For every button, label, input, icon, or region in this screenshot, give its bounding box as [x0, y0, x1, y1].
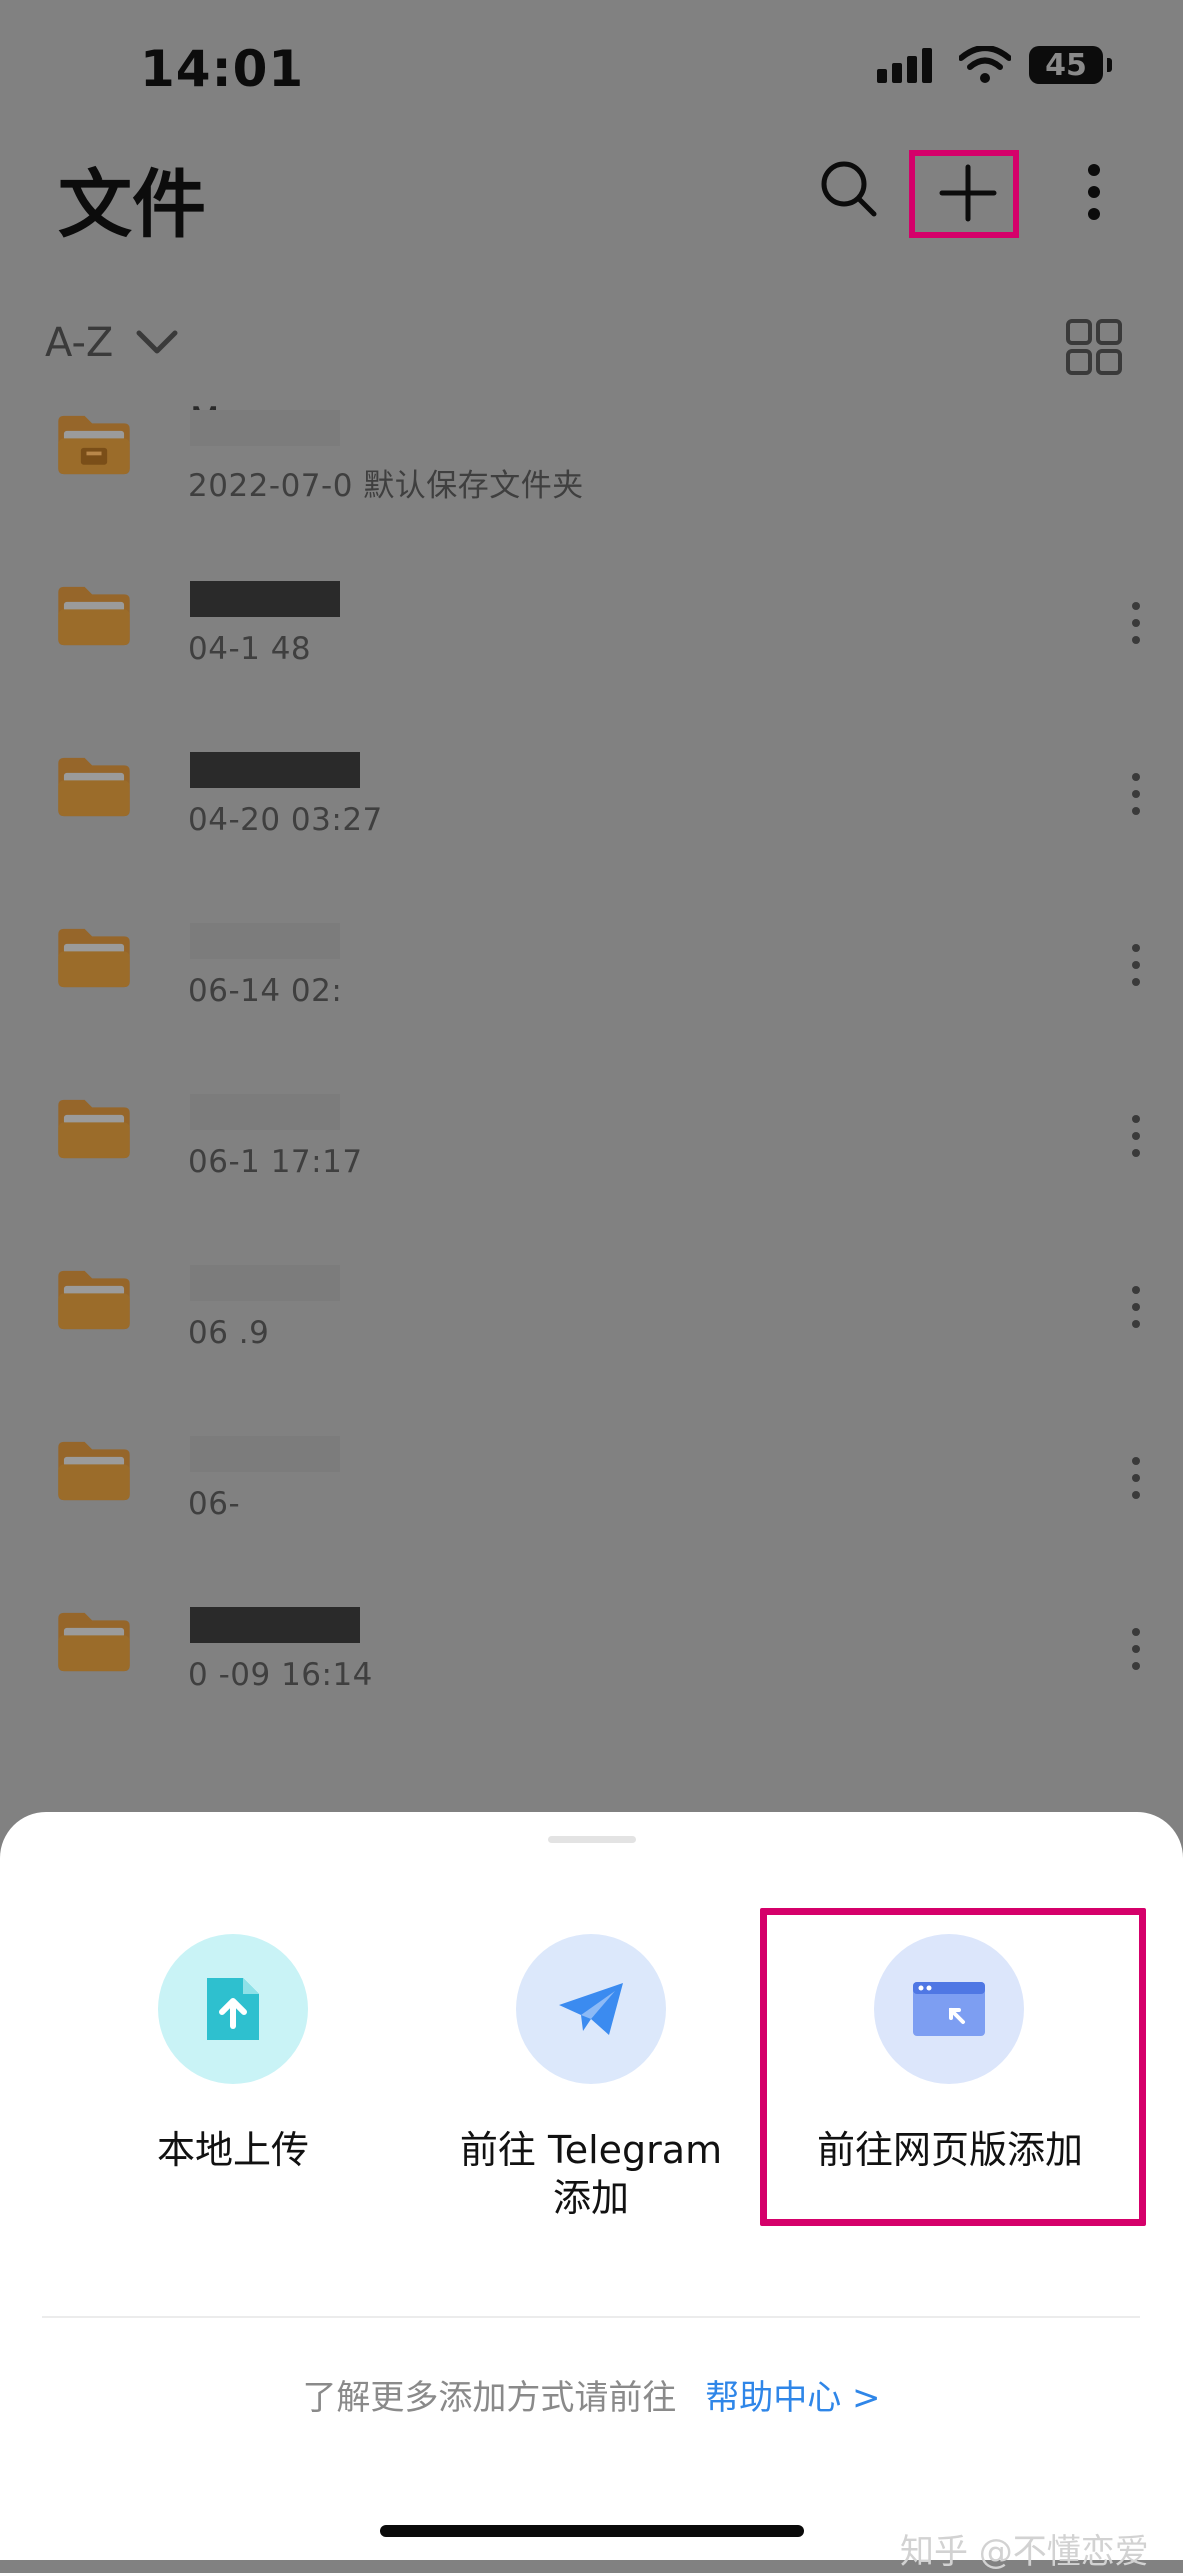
more-vert-icon[interactable]	[1086, 162, 1102, 222]
file-meta: 04-20 03:27	[188, 802, 383, 838]
page-title: 文件	[58, 162, 206, 248]
sort-label: A-Z	[45, 320, 114, 366]
redacted-block	[190, 1607, 360, 1643]
redacted-block	[190, 1094, 340, 1130]
file-meta: 06-1 17:17	[188, 1144, 363, 1180]
grid-view-icon[interactable]	[1065, 318, 1123, 376]
folder-icon	[58, 1441, 130, 1501]
folder-icon	[58, 586, 130, 646]
file-row[interactable]: 04-20 03:27	[0, 712, 1183, 882]
file-row[interactable]: 06 .9	[0, 1225, 1183, 1395]
wifi-icon	[959, 46, 1011, 83]
sheet-divider	[42, 2316, 1140, 2318]
battery-level: 45	[1045, 47, 1087, 83]
redacted-block	[190, 581, 340, 617]
telegram-icon-circle	[516, 1934, 666, 2084]
telegram-plane-icon	[559, 1983, 623, 2035]
file-row[interactable]: 06-14 02:	[0, 883, 1183, 1053]
redacted-block	[190, 752, 360, 788]
file-row[interactable]: 06-	[0, 1396, 1183, 1566]
redacted-block	[190, 1436, 340, 1472]
file-meta: 06-14 02:	[188, 973, 343, 1009]
file-meta: 06-	[188, 1486, 241, 1522]
more-options-icon[interactable]	[1131, 772, 1141, 816]
status-time: 14:01	[140, 40, 305, 98]
sheet-handle[interactable]	[548, 1836, 636, 1843]
status-icons: 45	[877, 46, 1112, 84]
file-row[interactable]: 0 -09 16:14	[0, 1567, 1183, 1737]
help-center-link[interactable]: 帮助中心 >	[705, 2378, 880, 2418]
file-meta: 2022-07-0 默认保存文件夹	[188, 468, 584, 504]
add-button-highlight	[909, 150, 1019, 238]
option-local-upload-label: 本地上传	[156, 2128, 309, 2172]
file-row[interactable]: M2022-07-0 默认保存文件夹	[0, 370, 1183, 540]
folder-icon	[58, 757, 130, 817]
more-options-icon[interactable]	[1131, 601, 1141, 645]
option-local-upload[interactable]	[158, 1934, 308, 2084]
signal-icon	[877, 48, 932, 83]
redacted-block	[190, 923, 340, 959]
folder-icon	[58, 1270, 130, 1330]
home-indicator	[380, 2525, 804, 2537]
help-line: 了解更多添加方式请前往 帮助中心 >	[0, 2370, 1183, 2419]
upload-file-icon	[207, 1978, 259, 2040]
upload-icon-circle	[158, 1934, 308, 2084]
folder-icon	[58, 1099, 130, 1159]
file-row[interactable]: 04-1 48	[0, 541, 1183, 711]
chevron-down-icon	[136, 330, 178, 354]
more-options-icon[interactable]	[1131, 1285, 1141, 1329]
search-icon[interactable]	[818, 158, 880, 220]
option-telegram-label: 前往 Telegram 添加	[459, 2128, 723, 2220]
file-row[interactable]: 06-1 17:17	[0, 1054, 1183, 1224]
file-meta: 06 .9	[188, 1315, 270, 1351]
more-options-icon[interactable]	[1131, 943, 1141, 987]
file-meta: 0 -09 16:14	[188, 1657, 373, 1693]
file-meta: 04-1 48	[188, 631, 312, 667]
option-telegram[interactable]	[516, 1934, 666, 2084]
folder-icon	[58, 928, 130, 988]
battery-indicator: 45	[1029, 46, 1112, 84]
more-options-icon[interactable]	[1131, 1114, 1141, 1158]
more-options-icon[interactable]	[1131, 1456, 1141, 1500]
web-option-highlight	[760, 1908, 1146, 2226]
sort-selector[interactable]: A-Z	[45, 320, 179, 366]
redacted-block	[190, 410, 340, 446]
folder-icon	[58, 1612, 130, 1672]
folder-icon	[58, 415, 130, 475]
more-options-icon[interactable]	[1131, 1627, 1141, 1671]
watermark: 知乎 @不懂恋爱	[900, 2532, 1149, 2572]
redacted-block	[190, 1265, 340, 1301]
help-text: 了解更多添加方式请前往	[302, 2378, 677, 2418]
